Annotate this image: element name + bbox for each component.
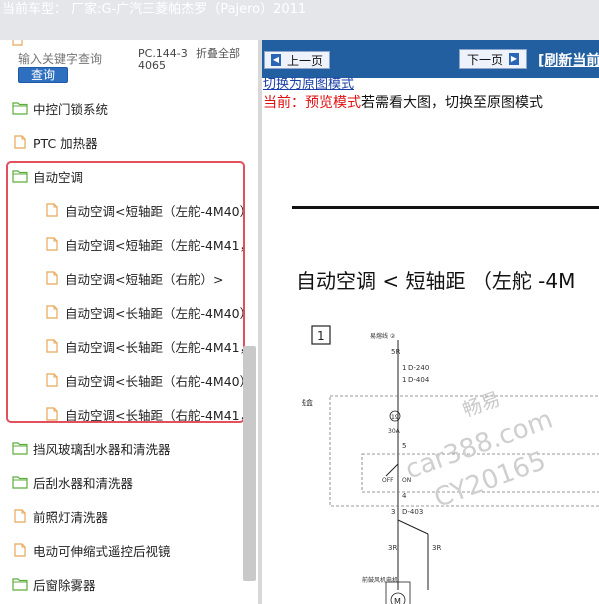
conn-1b: 1 [402,376,406,384]
tree-item-label: 中控门锁系统 [33,101,109,117]
next-label: 下一页 [466,52,503,67]
fuse-top-label: 易熔线 ② [370,332,396,340]
document-rule [292,206,599,209]
arrow-left-icon: ◀ [270,54,281,66]
current-mode-text: 当前：预览模式若需看大图，切换至原图模式 [263,92,543,112]
collapse-all-button[interactable]: 折叠全部 [196,48,240,60]
code-403: D-403 [402,508,423,516]
tree-item-label: 电动可伸缩式遥控后视镜 [33,543,171,559]
current-mode-prefix: 当前：预览模式 [263,95,361,111]
file-icon [12,135,28,149]
arrow-right-icon: ▶ [509,53,519,65]
refresh-link[interactable]: [刷新当前 [538,50,599,70]
tree-folder-item[interactable]: 后刮水器和清洗器 [12,465,133,499]
folder-icon [12,577,28,591]
right-panel: ◀ 上一页 下一页 ▶ [刷新当前 切换为原图模式 当前：预览模式若需看大图，切… [262,40,599,604]
file-icon [12,509,28,523]
code-240: D-240 [408,364,429,372]
amp-label: 30A [388,428,401,435]
motor-label: 前鼓风机电机 [362,576,398,584]
wire-3r-a: 3R [388,544,397,552]
scrollbar-thumb[interactable] [243,346,256,581]
tree-item-label: 后窗除雾器 [33,577,96,593]
left-panel: 查询 PC.144-34065 折叠全部 中控门锁系统PTC 加热器自动空调自动… [0,40,258,604]
off-label: OFF [382,477,394,484]
tree-folder-item[interactable]: 后窗除雾器 [12,567,96,601]
wire-split [397,519,429,535]
folder-icon [12,101,28,115]
pc-number: PC.144-34065 [138,47,188,72]
prev-page-button[interactable]: ◀ 上一页 [264,51,330,69]
tree-item-label: PTC 加热器 [33,135,98,151]
next-page-button[interactable]: 下一页 ▶ [459,49,527,69]
switch-contact [385,463,399,477]
file-icon [12,543,28,557]
vehicle-title: 当前车型： 厂家:G-广汽三菱帕杰罗（Pajero）2011 [2,2,307,17]
wire-3r-b: 3R [432,544,441,552]
tree-item-label: 前照灯清洗器 [33,509,109,525]
side-label: 接线盒 [302,398,313,407]
code-404: D-404 [408,376,430,384]
conn-1a: 1 [402,364,406,372]
document-title: 自动空调 < 短轴距 （左舵 -4M [296,269,576,293]
fuse-num: 19 [391,414,399,421]
motor-symbol: M [394,597,401,604]
folder-icon [12,441,28,455]
search-row: 查询 PC.144-34065 折叠全部 [0,40,258,88]
pin4-label: 4 [402,492,407,500]
header-bar: 当前车型： 厂家:G-广汽三菱帕杰罗（Pajero）2011 [0,0,599,40]
query-button[interactable]: 查询 [18,67,68,83]
switch-mode-link[interactable]: 切换为原图模式 [263,73,354,92]
tree-item-label: 挡风玻璃刮水器和清洗器 [33,441,171,457]
selection-highlight [6,161,245,423]
tree-folder-item[interactable]: 挡风玻璃刮水器和清洗器 [12,431,171,465]
search-input[interactable] [18,50,128,68]
file-icon-partial [12,40,23,46]
pin5-label: 5 [402,442,406,450]
tree-file-item[interactable]: PTC 加热器 [12,125,98,159]
box-number-text: 1 [317,329,325,343]
folder-icon [12,475,28,489]
tree-item-label: 后刮水器和清洗器 [33,475,134,491]
tree-folder-item[interactable]: 中控门锁系统 [12,91,108,125]
tree-file-item[interactable]: 前照灯清洗器 [12,499,108,533]
wire-5r: 5R [391,348,400,356]
tree-file-item[interactable]: 电动可伸缩式遥控后视镜 [12,533,171,567]
prev-label: 上一页 [286,53,323,68]
pin3-label: 3 [391,508,395,516]
current-mode-suffix: 若需看大图，切换至原图模式 [361,95,543,111]
